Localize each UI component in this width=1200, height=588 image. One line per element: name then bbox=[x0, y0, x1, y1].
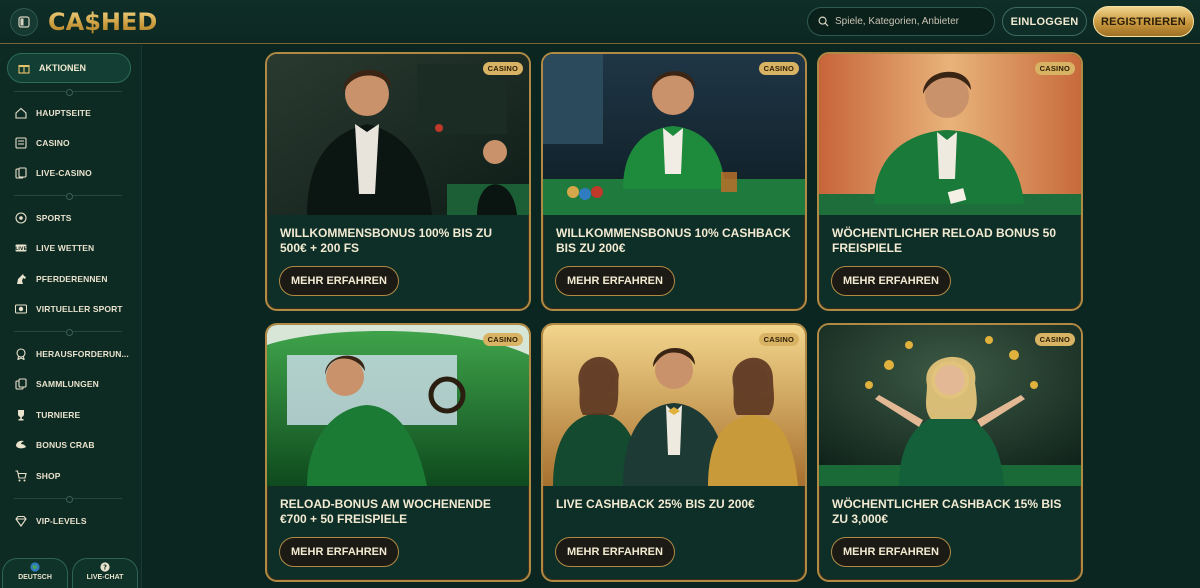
category-badge: CASINO bbox=[758, 62, 799, 75]
promo-image bbox=[819, 325, 1081, 486]
sidebar-item-label: TURNIERE bbox=[36, 410, 81, 420]
sidebar-item-herausforderungen[interactable]: HERAUSFORDERUN... bbox=[14, 345, 136, 363]
sidebar-item-label: SAMMLUNGEN bbox=[36, 379, 99, 389]
sidebar-divider bbox=[14, 89, 122, 96]
sidebar-item-aktionen[interactable]: AKTIONEN bbox=[7, 53, 131, 83]
promo-title: WILLKOMMENSBONUS 100% BIS ZU 500€ + 200 … bbox=[280, 226, 493, 255]
register-button[interactable]: REGISTRIEREN bbox=[1093, 6, 1194, 37]
top-header: CA$HED EINLOGGEN REGISTRIEREN bbox=[0, 0, 1200, 44]
sidebar-item-label: PFERDERENNEN bbox=[36, 274, 108, 284]
cart-icon bbox=[14, 469, 28, 483]
promo-card[interactable]: CASINO WILLKOMMENSBONUS 10% CASHBACK BIS… bbox=[541, 52, 807, 311]
learn-more-button[interactable]: MEHR ERFAHREN bbox=[279, 266, 399, 296]
sidebar-item-label: HAUPTSEITE bbox=[36, 108, 91, 118]
casino-icon bbox=[14, 136, 28, 150]
collections-icon bbox=[14, 377, 28, 391]
svg-text:LIVE: LIVE bbox=[15, 246, 27, 252]
sidebar-item-label: LIVE-CASINO bbox=[36, 168, 92, 178]
sidebar-item-casino[interactable]: CASINO bbox=[14, 134, 136, 152]
sidebar-item-label: SHOP bbox=[36, 471, 61, 481]
login-button[interactable]: EINLOGGEN bbox=[1002, 7, 1087, 36]
cashed-logo[interactable]: CA$HED bbox=[48, 7, 157, 37]
sidebar-item-hauptseite[interactable]: HAUPTSEITE bbox=[14, 104, 136, 122]
promo-image bbox=[267, 54, 529, 215]
trophy-icon bbox=[14, 408, 28, 422]
horse-icon bbox=[14, 272, 28, 286]
sidebar-item-shop[interactable]: SHOP bbox=[14, 467, 136, 485]
live-casino-icon bbox=[14, 166, 28, 180]
sidebar-item-pferderennen[interactable]: PFERDERENNEN bbox=[14, 270, 136, 288]
category-badge: CASINO bbox=[758, 333, 799, 346]
promo-title: WÖCHENTLICHER CASHBACK 15% BIS ZU 3,000€ bbox=[832, 497, 1062, 526]
badge-icon bbox=[14, 347, 28, 361]
sidebar-item-label: AKTIONEN bbox=[39, 63, 86, 73]
promo-title: WÖCHENTLICHER RELOAD BONUS 50 FREISPIELE bbox=[832, 226, 1057, 255]
promo-card[interactable]: CASINO LIVE CASHBACK 25% BIS ZU 200€ MEH… bbox=[541, 323, 807, 582]
search-input[interactable] bbox=[835, 16, 985, 27]
sidebar-item-sammlungen[interactable]: SAMMLUNGEN bbox=[14, 375, 136, 393]
sidebar-item-sports[interactable]: SPORTS bbox=[14, 209, 136, 227]
promo-card[interactable]: CASINO WÖCHENTLICHER RELOAD BONUS 50 FRE… bbox=[817, 52, 1083, 311]
category-badge: CASINO bbox=[1034, 62, 1075, 75]
gift-icon bbox=[17, 61, 31, 75]
sidebar-item-label: LIVE WETTEN bbox=[36, 243, 95, 253]
sidebar-item-label: BONUS CRAB bbox=[36, 440, 95, 450]
promo-title: LIVE CASHBACK 25% BIS ZU 200€ bbox=[556, 497, 755, 511]
sidebar-item-label: VIP-LEVELS bbox=[36, 516, 87, 526]
learn-more-button[interactable]: MEHR ERFAHREN bbox=[831, 266, 951, 296]
promo-title: WILLKOMMENSBONUS 10% CASHBACK BIS ZU 200… bbox=[556, 226, 791, 255]
sidebar-item-bonus-crab[interactable]: BONUS CRAB bbox=[14, 436, 136, 454]
promo-card[interactable]: CASINO RELOAD-BONUS AM WOCHENENDE €700 +… bbox=[265, 323, 531, 582]
sidebar-item-live-casino[interactable]: LIVE-CASINO bbox=[14, 164, 136, 182]
sidebar-toggle-button[interactable] bbox=[10, 8, 38, 36]
promo-image bbox=[819, 54, 1081, 215]
sidebar-divider bbox=[14, 193, 122, 200]
category-badge: CASINO bbox=[482, 333, 523, 346]
promo-image bbox=[543, 54, 805, 215]
promo-card[interactable]: CASINO WÖCHENTLICHER CASHBACK 15% BIS ZU… bbox=[817, 323, 1083, 582]
category-badge: CASINO bbox=[1034, 333, 1075, 346]
search-icon bbox=[818, 16, 829, 27]
diamond-icon bbox=[14, 514, 28, 528]
svg-text:?: ? bbox=[103, 564, 107, 572]
crab-icon bbox=[14, 438, 28, 452]
sidebar-divider bbox=[14, 329, 122, 336]
promo-image bbox=[267, 325, 529, 486]
sidebar: AKTIONEN HAUPTSEITE CASINO LIVE-CASINO S… bbox=[0, 45, 142, 588]
learn-more-button[interactable]: MEHR ERFAHREN bbox=[555, 266, 675, 296]
sidebar-divider bbox=[14, 496, 122, 503]
category-badge: CASINO bbox=[482, 62, 523, 75]
live-chat-label: LIVE-CHAT bbox=[86, 574, 124, 581]
football-icon bbox=[14, 211, 28, 225]
sidebar-item-label: VIRTUELLER SPORT bbox=[36, 304, 123, 314]
live-chat-button[interactable]: ? LIVE-CHAT bbox=[72, 558, 138, 588]
sidebar-item-label: HERAUSFORDERUN... bbox=[36, 349, 129, 359]
sidebar-item-turniere[interactable]: TURNIERE bbox=[14, 406, 136, 424]
learn-more-button[interactable]: MEHR ERFAHREN bbox=[279, 537, 399, 567]
help-icon: ? bbox=[100, 562, 110, 572]
home-icon bbox=[14, 106, 28, 120]
sidebar-toggle-icon bbox=[18, 16, 30, 28]
globe-icon bbox=[30, 562, 40, 572]
virtual-sport-icon bbox=[14, 302, 28, 316]
language-label: DEUTSCH bbox=[18, 574, 52, 581]
search-box[interactable] bbox=[807, 7, 995, 36]
sidebar-item-label: CASINO bbox=[36, 138, 70, 148]
sidebar-item-vip-levels[interactable]: VIP-LEVELS bbox=[14, 512, 136, 530]
sidebar-item-label: SPORTS bbox=[36, 213, 72, 223]
promo-image bbox=[543, 325, 805, 486]
sidebar-item-virtueller-sport[interactable]: VIRTUELLER SPORT bbox=[14, 300, 136, 318]
sidebar-item-live-wetten[interactable]: LIVE LIVE WETTEN bbox=[14, 239, 136, 257]
live-icon: LIVE bbox=[14, 241, 28, 255]
learn-more-button[interactable]: MEHR ERFAHREN bbox=[555, 537, 675, 567]
promo-title: RELOAD-BONUS AM WOCHENENDE €700 + 50 FRE… bbox=[280, 497, 491, 526]
learn-more-button[interactable]: MEHR ERFAHREN bbox=[831, 537, 951, 567]
language-button[interactable]: DEUTSCH bbox=[2, 558, 68, 588]
promo-card[interactable]: CASINO WILLKOMMENSBONUS 100% BIS ZU 500€… bbox=[265, 52, 531, 311]
